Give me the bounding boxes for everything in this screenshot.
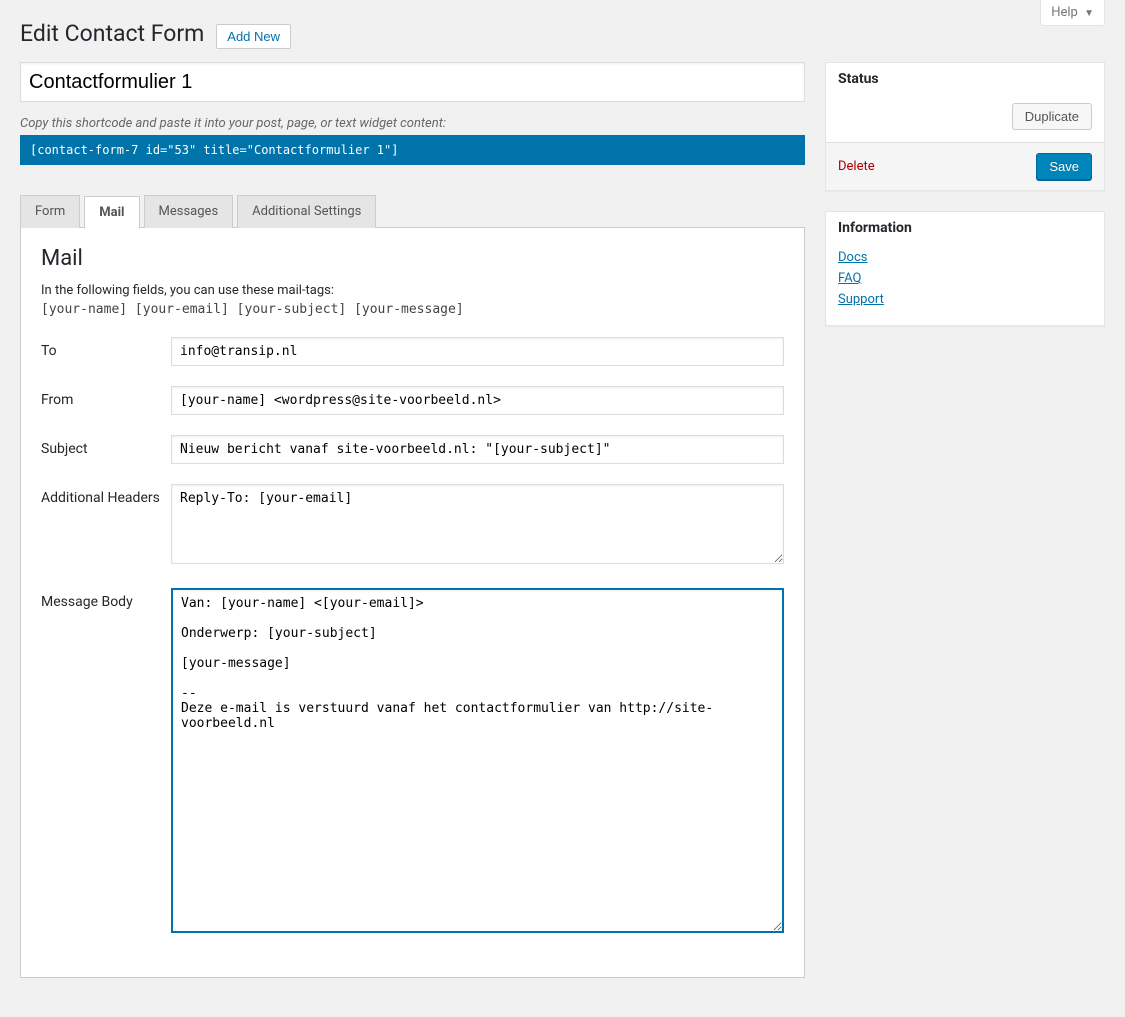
- status-box: Status Duplicate Delete Save: [825, 62, 1105, 191]
- label-to: To: [41, 327, 171, 376]
- tab-list: Form Mail Messages Additional Settings: [20, 195, 805, 228]
- mail-headers-textarea[interactable]: Reply-To: [your-email]: [171, 484, 784, 564]
- mail-from-input[interactable]: [171, 386, 784, 415]
- shortcode-display[interactable]: [contact-form-7 id="53" title="Contactfo…: [20, 135, 805, 165]
- mail-to-input[interactable]: [171, 337, 784, 366]
- mail-body-textarea[interactable]: Van: [your-name] <[your-email]> Onderwer…: [171, 588, 784, 933]
- duplicate-button[interactable]: Duplicate: [1012, 103, 1092, 130]
- link-docs[interactable]: Docs: [838, 250, 1092, 265]
- mail-subject-input[interactable]: [171, 435, 784, 464]
- link-support[interactable]: Support: [838, 292, 1092, 307]
- form-title-input[interactable]: [20, 62, 805, 102]
- status-heading: Status: [826, 63, 1104, 95]
- mail-section-title: Mail: [41, 246, 784, 271]
- label-from: From: [41, 376, 171, 425]
- tab-form[interactable]: Form: [20, 195, 80, 228]
- chevron-down-icon: ▼: [1084, 8, 1094, 19]
- help-label: Help: [1051, 5, 1078, 20]
- label-body: Message Body: [41, 578, 171, 947]
- link-faq[interactable]: FAQ: [838, 271, 1092, 286]
- tab-mail[interactable]: Mail: [84, 196, 139, 229]
- delete-link[interactable]: Delete: [838, 159, 875, 174]
- tab-additional-settings[interactable]: Additional Settings: [237, 195, 376, 228]
- information-heading: Information: [826, 212, 1104, 244]
- tab-messages[interactable]: Messages: [144, 195, 234, 228]
- help-tab[interactable]: Help ▼: [1040, 0, 1105, 26]
- mail-intro: In the following fields, you can use the…: [41, 283, 784, 298]
- save-button[interactable]: Save: [1036, 153, 1092, 180]
- mail-tags: [your-name] [your-email] [your-subject] …: [41, 302, 784, 317]
- label-headers: Additional Headers: [41, 474, 171, 578]
- shortcode-hint: Copy this shortcode and paste it into yo…: [20, 116, 805, 131]
- add-new-button[interactable]: Add New: [216, 24, 291, 49]
- mail-panel: Mail In the following fields, you can us…: [20, 227, 805, 978]
- information-box: Information Docs FAQ Support: [825, 211, 1105, 326]
- page-title: Edit Contact Form: [20, 20, 204, 47]
- label-subject: Subject: [41, 425, 171, 474]
